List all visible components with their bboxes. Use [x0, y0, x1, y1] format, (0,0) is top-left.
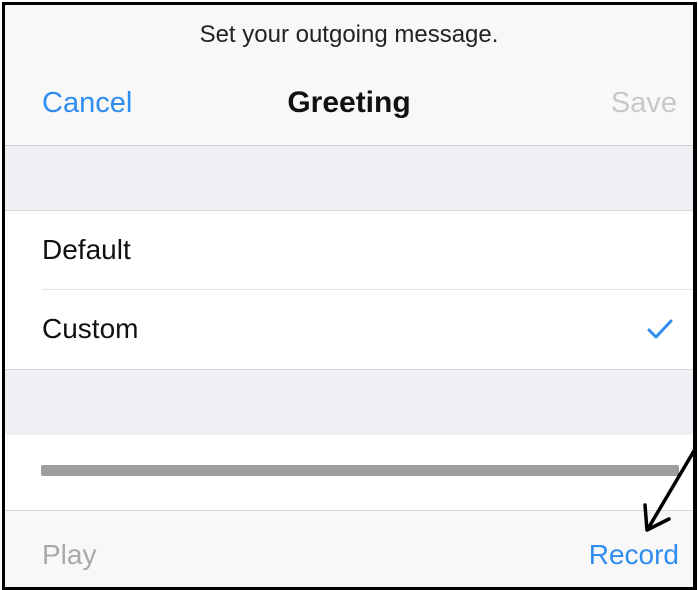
recording-track	[5, 435, 693, 510]
bottom-toolbar: Play Record	[5, 510, 693, 587]
greeting-options-list: Default Custom	[5, 210, 693, 370]
section-spacer	[5, 369, 693, 436]
screenshot-frame: Set your outgoing message. Cancel Greeti…	[2, 2, 697, 590]
checkmark-icon	[647, 319, 673, 339]
play-button[interactable]: Play	[42, 539, 96, 571]
record-button[interactable]: Record	[589, 539, 679, 571]
option-custom[interactable]: Custom	[5, 290, 693, 369]
navigation-bar: Cancel Greeting Save	[5, 65, 693, 146]
option-label: Custom	[42, 313, 139, 344]
playback-scrubber[interactable]	[41, 465, 679, 476]
section-spacer	[5, 146, 693, 210]
annotation-arrow-icon	[643, 449, 693, 532]
option-label: Default	[42, 234, 131, 265]
page-title: Greeting	[287, 86, 411, 119]
instruction-text: Set your outgoing message.	[5, 5, 693, 65]
save-button[interactable]: Save	[611, 87, 677, 120]
option-default[interactable]: Default	[5, 211, 693, 290]
